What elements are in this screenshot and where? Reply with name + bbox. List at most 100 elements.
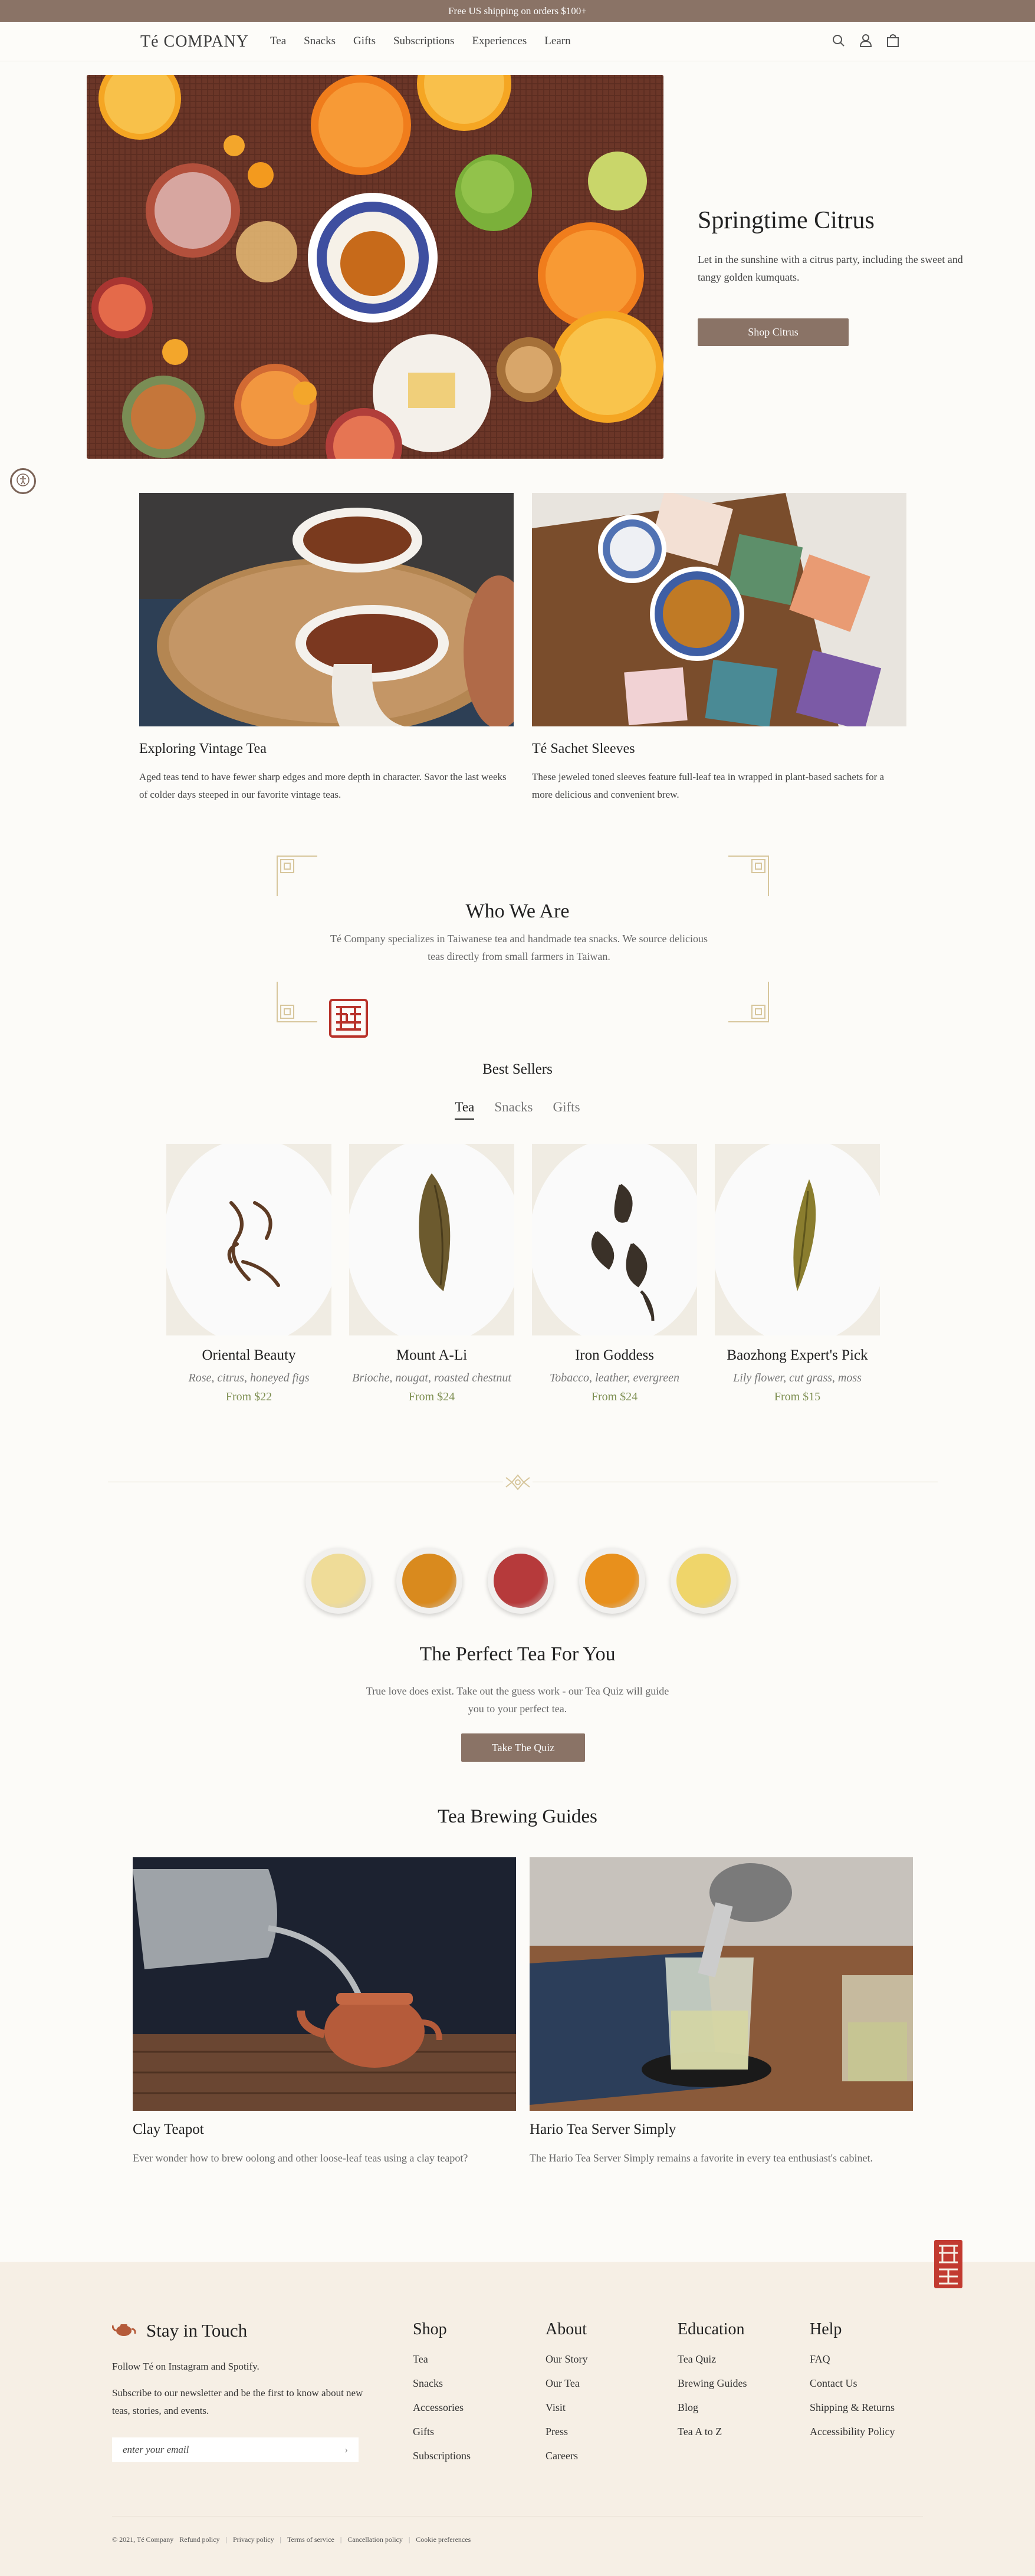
email-placeholder: enter your email xyxy=(123,2444,189,2455)
footer-column-help: Help FAQ Contact Us Shipping & Returns A… xyxy=(810,2320,895,2449)
nav-gifts[interactable]: Gifts xyxy=(353,35,376,48)
guide-title-hario[interactable]: Hario Tea Server Simply xyxy=(530,2121,676,2138)
footer-link[interactable]: Blog xyxy=(678,2400,747,2414)
shop-citrus-button[interactable]: Shop Citrus xyxy=(698,318,849,346)
nav-tea[interactable]: Tea xyxy=(270,35,286,48)
who-we-are-title: Who We Are xyxy=(465,900,570,922)
feature-title-vintage[interactable]: Exploring Vintage Tea xyxy=(139,741,267,757)
tea-cup-4 xyxy=(579,1548,645,1614)
footer-link[interactable]: Contact Us xyxy=(810,2376,895,2390)
product-name[interactable]: Baozhong Expert's Pick xyxy=(715,1347,880,1364)
cancellation-policy-link[interactable]: Cancellation policy xyxy=(347,2535,403,2544)
footer-link[interactable]: Tea Quiz xyxy=(678,2352,747,2366)
guide-title-clay-teapot[interactable]: Clay Teapot xyxy=(133,2121,204,2138)
product-card[interactable]: Mount A-Li Brioche, nougat, roasted ches… xyxy=(349,1144,514,1404)
site-header: Té COMPANY Tea Snacks Gifts Subscription… xyxy=(0,22,1035,61)
copyright: © 2021, Té Company xyxy=(112,2535,174,2544)
tab-gifts[interactable]: Gifts xyxy=(553,1100,580,1120)
chevron-right-icon[interactable]: › xyxy=(344,2444,348,2456)
bag-icon[interactable] xyxy=(886,32,900,49)
footer-link[interactable]: Subscriptions xyxy=(413,2449,471,2463)
hario-tea-server-image[interactable] xyxy=(530,1857,913,2111)
footer-link[interactable]: Our Tea xyxy=(546,2376,588,2390)
product-notes: Brioche, nougat, roasted chestnut xyxy=(352,1371,511,1384)
footer-link[interactable]: Accessibility Policy xyxy=(810,2424,895,2439)
feature-text-vintage: Aged teas tend to have fewer sharp edges… xyxy=(139,771,507,800)
red-seal-stamp xyxy=(329,999,368,1038)
product-card[interactable]: Baozhong Expert's Pick Lily flower, cut … xyxy=(715,1144,880,1404)
refund-policy-link[interactable]: Refund policy xyxy=(179,2535,219,2544)
feature-title-sachet[interactable]: Té Sachet Sleeves xyxy=(532,741,635,757)
tea-liquor xyxy=(494,1554,548,1608)
footer-link[interactable]: Visit xyxy=(546,2400,588,2414)
tea-cup-2 xyxy=(396,1548,462,1614)
accessibility-button[interactable] xyxy=(10,468,36,494)
footer-column-about: About Our Story Our Tea Visit Press Care… xyxy=(546,2320,588,2473)
site-logo[interactable]: Té COMPANY xyxy=(140,32,249,51)
footer-link[interactable]: Gifts xyxy=(413,2424,471,2439)
nav-subscriptions[interactable]: Subscriptions xyxy=(393,35,454,48)
footer-link[interactable]: Tea xyxy=(413,2352,471,2366)
product-price: From $15 xyxy=(774,1390,821,1403)
nav-snacks[interactable]: Snacks xyxy=(304,35,336,48)
tab-tea[interactable]: Tea xyxy=(455,1100,475,1120)
sachet-sleeves-image[interactable] xyxy=(532,493,906,726)
subscribe-text: Subscribe to our newsletter and be the f… xyxy=(112,2387,363,2416)
product-image[interactable] xyxy=(532,1144,697,1335)
knot-ornament-icon xyxy=(503,1473,533,1492)
separator: | xyxy=(408,2535,410,2544)
search-icon[interactable] xyxy=(832,32,846,49)
terms-of-service-link[interactable]: Terms of service xyxy=(287,2535,334,2544)
footer-link[interactable]: Accessories xyxy=(413,2400,471,2414)
footer-link[interactable]: Tea A to Z xyxy=(678,2424,747,2439)
footer-link[interactable]: Press xyxy=(546,2424,588,2439)
nav-experiences[interactable]: Experiences xyxy=(472,35,527,48)
clay-teapot-image[interactable] xyxy=(133,1857,516,2111)
footer-link[interactable]: FAQ xyxy=(810,2352,895,2366)
footer-link[interactable]: Careers xyxy=(546,2449,588,2463)
take-quiz-button[interactable]: Take The Quiz xyxy=(461,1733,585,1762)
product-card[interactable]: Oriental Beauty Rose, citrus, honeyed fi… xyxy=(166,1144,331,1404)
product-notes: Tobacco, leather, evergreen xyxy=(550,1371,679,1384)
footer-column-title: Shop xyxy=(413,2320,447,2338)
best-sellers-tabs: Tea Snacks Gifts xyxy=(0,1100,1035,1120)
follow-text: Follow Té on Instagram and Spotify. xyxy=(112,2361,259,2372)
product-name[interactable]: Iron Goddess xyxy=(532,1347,697,1364)
nav-learn[interactable]: Learn xyxy=(544,35,570,48)
red-seal-stamp-footer xyxy=(933,2239,964,2289)
cookie-preferences-link[interactable]: Cookie preferences xyxy=(416,2535,471,2544)
product-name[interactable]: Oriental Beauty xyxy=(166,1347,331,1364)
footer-link[interactable]: Shipping & Returns xyxy=(810,2400,895,2414)
footer-link[interactable]: Brewing Guides xyxy=(678,2376,747,2390)
product-price: From $22 xyxy=(225,1390,272,1403)
footer-link[interactable]: Snacks xyxy=(413,2376,471,2390)
footer-column-shop: Shop Tea Snacks Accessories Gifts Subscr… xyxy=(413,2320,471,2473)
quiz-title: The Perfect Tea For You xyxy=(419,1643,616,1665)
product-image[interactable] xyxy=(349,1144,514,1335)
vintage-tea-image[interactable] xyxy=(139,493,514,726)
product-card[interactable]: Iron Goddess Tobacco, leather, evergreen… xyxy=(532,1144,697,1404)
hero-text: Let in the sunshine with a citrus party,… xyxy=(698,254,963,283)
guide-text-hario: The Hario Tea Server Simply remains a fa… xyxy=(530,2152,873,2164)
product-image[interactable] xyxy=(715,1144,880,1335)
footer-link[interactable]: Our Story xyxy=(546,2352,588,2366)
tea-liquor xyxy=(585,1554,639,1608)
hero-title: Springtime Citrus xyxy=(698,207,875,234)
tab-snacks[interactable]: Snacks xyxy=(494,1100,533,1120)
email-input[interactable]: enter your email › xyxy=(112,2437,359,2462)
stay-in-touch: Stay in Touch xyxy=(111,2320,247,2341)
footer-column-title: About xyxy=(546,2320,587,2338)
product-price: From $24 xyxy=(408,1390,455,1403)
product-notes: Lily flower, cut grass, moss xyxy=(733,1371,862,1384)
account-icon[interactable] xyxy=(859,32,873,49)
footer-column-title: Help xyxy=(810,2320,842,2338)
ornament-corner-bottom-left xyxy=(276,976,323,1023)
quiz-text: True love does exist. Take out the guess… xyxy=(366,1685,669,1715)
product-image[interactable] xyxy=(166,1144,331,1335)
privacy-policy-link[interactable]: Privacy policy xyxy=(233,2535,274,2544)
footer-column-education: Education Tea Quiz Brewing Guides Blog T… xyxy=(678,2320,747,2449)
header-icons xyxy=(832,32,900,49)
tea-liquor xyxy=(676,1554,731,1608)
product-name[interactable]: Mount A-Li xyxy=(349,1347,514,1364)
footer-column-title: Education xyxy=(678,2320,745,2338)
